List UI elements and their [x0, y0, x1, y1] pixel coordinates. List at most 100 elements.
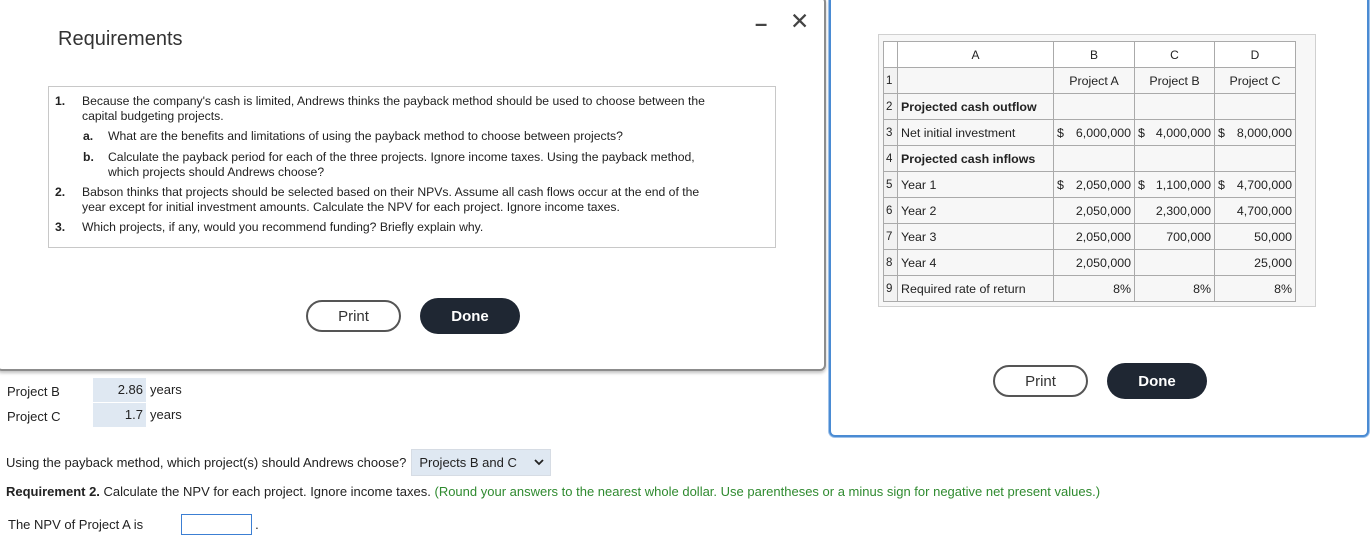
cell-a: Required rate of return [897, 275, 1054, 302]
payback-value-project-b: 2.86 [93, 378, 146, 402]
npv-suffix: . [255, 517, 259, 532]
table-row: 2 Projected cash outflow [883, 93, 1296, 120]
item-text: Babson thinks that projects should be se… [82, 185, 700, 199]
payback-question: Using the payback method, which project(… [6, 449, 552, 476]
cell-d [1214, 145, 1296, 172]
cell-d: 8% [1214, 275, 1296, 302]
requirement-2-text: Calculate the NPV for each project. Igno… [99, 484, 431, 499]
cell-b [1053, 93, 1135, 120]
cell-a: Projected cash outflow [897, 93, 1054, 120]
column-header-row: A B C D [883, 41, 1296, 68]
cell-b [1053, 145, 1135, 172]
item-text: Calculate the payback period for each of… [108, 150, 695, 164]
cell-b: 2,050,000 [1053, 249, 1135, 276]
item-number: a. [83, 129, 94, 143]
cell-d: $8,000,000 [1214, 119, 1296, 146]
row-number: 6 [883, 197, 898, 224]
cell-c: $1,100,000 [1134, 171, 1215, 198]
data-table: A B C D 1 Project A Project B Project C … [883, 41, 1296, 302]
cell-d [1214, 93, 1296, 120]
table-row: 6 Year 2 2,050,000 2,300,000 4,700,000 [883, 197, 1296, 224]
payback-choice-dropdown[interactable]: Projects B and C [411, 449, 552, 476]
npv-project-a-input[interactable] [181, 514, 253, 535]
item-number: 1. [55, 94, 66, 108]
dialog-title: Requirements [58, 28, 183, 50]
cell-c: $4,000,000 [1134, 119, 1215, 146]
row-number: 7 [883, 223, 898, 250]
print-button[interactable]: Print [306, 300, 401, 332]
requirements-list: 1. Because the company's cash is limited… [48, 86, 776, 248]
project-a-header: Project A [1053, 67, 1135, 94]
cell-c [1134, 145, 1215, 172]
cell-d: 50,000 [1214, 223, 1296, 250]
cell-c [1134, 249, 1215, 276]
item-number: b. [83, 150, 94, 164]
table-row: 3 Net initial investment $6,000,000 $4,0… [883, 119, 1296, 146]
table-row: 4 Projected cash inflows [883, 145, 1296, 172]
unit-label: years [150, 382, 182, 397]
payback-question-text: Using the payback method, which project(… [6, 455, 407, 470]
item-text: Which projects, if any, would you recomm… [82, 220, 484, 234]
cell-value: 6,000,000 [1075, 125, 1131, 140]
item-text: year except for initial investment amoun… [82, 200, 620, 214]
cell-value: 2,050,000 [1075, 177, 1131, 192]
item-text: Because the company's cash is limited, A… [82, 94, 705, 108]
item-text: What are the benefits and limitations of… [108, 129, 623, 143]
row-label-project-c: Project C [7, 409, 61, 424]
cell-c: 700,000 [1134, 223, 1215, 250]
cell-b: $6,000,000 [1053, 119, 1135, 146]
payback-value-project-c: 1.7 [93, 403, 146, 427]
cell-b: $2,050,000 [1053, 171, 1135, 198]
corner-cell [883, 41, 898, 68]
item-text: capital budgeting projects. [82, 109, 224, 123]
cell-b: 8% [1053, 275, 1135, 302]
table-row: 9 Required rate of return 8% 8% 8% [883, 275, 1296, 302]
npv-label: The NPV of Project A is [8, 517, 144, 532]
row-number: 1 [883, 67, 898, 94]
currency-sign: $ [1138, 177, 1145, 192]
row-number: 4 [883, 145, 898, 172]
cell-value: 1,100,000 [1155, 177, 1211, 192]
column-header-c: C [1134, 41, 1215, 68]
cell-b: 2,050,000 [1053, 197, 1135, 224]
table-row: 7 Year 3 2,050,000 700,000 50,000 [883, 223, 1296, 250]
cell-c [1134, 93, 1215, 120]
row-number: 2 [883, 93, 898, 120]
data-table-dialog: A B C D 1 Project A Project B Project C … [829, 0, 1369, 437]
close-icon[interactable]: ✕ [790, 8, 809, 35]
item-text: which projects should Andrews choose? [108, 165, 325, 179]
cell-a [897, 67, 1054, 94]
currency-sign: $ [1218, 177, 1225, 192]
column-header-a: A [897, 41, 1054, 68]
npv-project-a-line: The NPV of Project A is . [8, 514, 259, 535]
column-header-d: D [1214, 41, 1296, 68]
cell-c: 2,300,000 [1134, 197, 1215, 224]
cell-c: 8% [1134, 275, 1215, 302]
data-done-button[interactable]: Done [1107, 363, 1207, 399]
row-label-project-b: Project B [7, 384, 60, 399]
cell-d: 25,000 [1214, 249, 1296, 276]
currency-sign: $ [1057, 125, 1064, 140]
column-header-b: B [1053, 41, 1135, 68]
row-number: 5 [883, 171, 898, 198]
cell-a: Net initial investment [897, 119, 1054, 146]
row-number: 3 [883, 119, 898, 146]
cell-d: $4,700,000 [1214, 171, 1296, 198]
done-button[interactable]: Done [420, 298, 520, 334]
project-b-header: Project B [1134, 67, 1215, 94]
chevron-down-icon [534, 459, 544, 466]
minimize-icon[interactable]: – [755, 11, 767, 37]
project-c-header: Project C [1214, 67, 1296, 94]
requirements-dialog: Requirements – ✕ 1. Because the company'… [0, 0, 826, 371]
item-number: 3. [55, 220, 66, 234]
cell-value: 4,000,000 [1155, 125, 1211, 140]
row-number: 9 [883, 275, 898, 302]
requirement-2-heading: Requirement 2. [6, 484, 100, 499]
currency-sign: $ [1138, 125, 1145, 140]
cell-b: 2,050,000 [1053, 223, 1135, 250]
table-row: 8 Year 4 2,050,000 25,000 [883, 249, 1296, 276]
cell-a: Year 2 [897, 197, 1054, 224]
table-row: 1 Project A Project B Project C [883, 67, 1296, 94]
data-print-button[interactable]: Print [993, 365, 1088, 397]
requirement-2-prompt: Requirement 2. Calculate the NPV for eac… [6, 484, 1100, 499]
